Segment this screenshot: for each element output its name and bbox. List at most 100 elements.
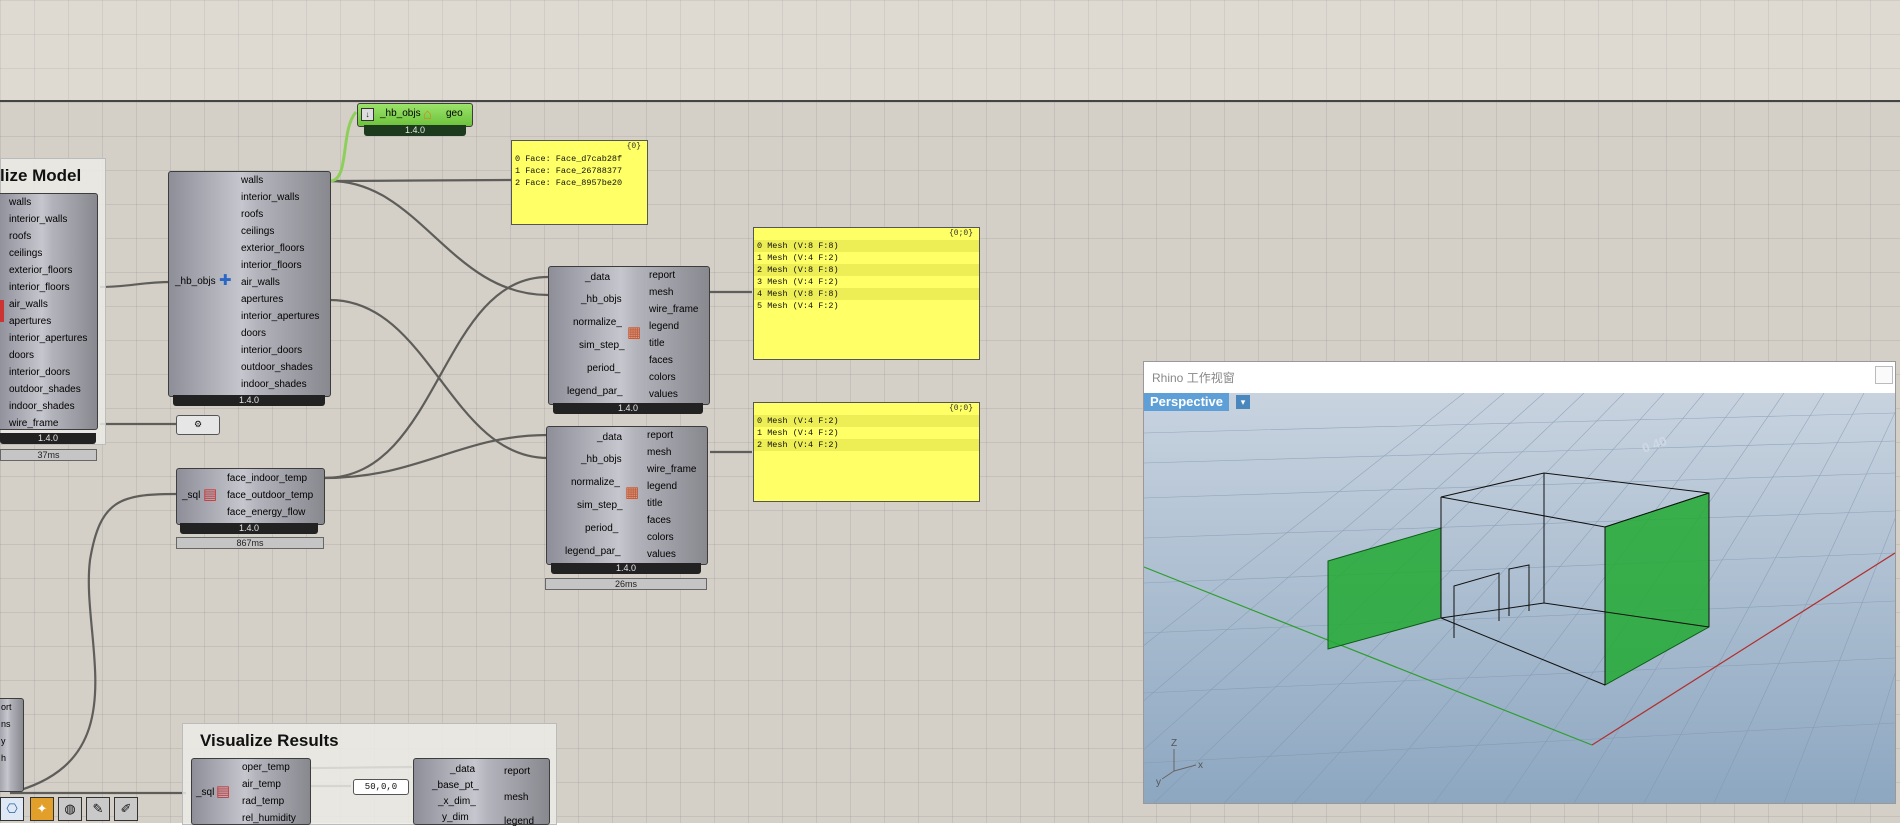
output-label: ort: [1, 702, 12, 712]
viewport-title: Rhino 工作视窗: [1152, 371, 1235, 385]
output-roofs: roofs: [241, 209, 264, 220]
output-mesh: mesh: [647, 447, 672, 458]
output-outdoor-shades: outdoor_shades: [9, 384, 81, 395]
python-icon[interactable]: ⎔: [0, 797, 24, 821]
time-bar: 26ms: [545, 578, 707, 590]
output-interior-walls: interior_walls: [9, 214, 68, 225]
rhino-viewport-window[interactable]: Rhino 工作视窗 0 40 Z x y Perspective ▾: [1143, 361, 1896, 804]
axis-label-y: y: [1156, 777, 1161, 788]
output-label: y: [1, 736, 6, 746]
output-colors: colors: [649, 372, 676, 383]
input-legend-par: legend_par_: [565, 546, 621, 557]
group-title: lize Model: [0, 166, 82, 185]
output-doors: doors: [9, 350, 35, 361]
sql-result-icon: ▤: [203, 486, 218, 503]
output-walls: walls: [241, 175, 264, 186]
output-apertures: apertures: [241, 294, 284, 305]
version-bar: 1.4.0: [0, 433, 96, 444]
input-x-dim: _x_dim_: [438, 796, 476, 807]
output-air-walls: air_walls: [241, 277, 280, 288]
output-face-indoor-temp: face_indoor_temp: [227, 473, 308, 484]
output-exterior-floors: exterior_floors: [9, 265, 73, 276]
axis-label-x: x: [1198, 760, 1203, 771]
color-faces-component-1[interactable]: _data _hb_objs normalize_ sim_step_ peri…: [548, 266, 710, 405]
output-interior-floors: interior_floors: [9, 282, 70, 293]
output-air-temp: air_temp: [242, 779, 281, 790]
output-ceilings: ceilings: [9, 248, 43, 259]
version-bar: 1.4.0: [551, 563, 701, 574]
partial-component[interactable]: ort ns y h: [0, 698, 24, 792]
honeybee-icon: ✚: [219, 272, 232, 289]
time-bar: 37ms: [0, 449, 97, 461]
close-icon[interactable]: [1875, 366, 1893, 384]
output-report: report: [504, 766, 531, 777]
panel-row: 4 Mesh (V:8 F:8): [754, 288, 979, 300]
input-hb-objs: _hb_objs: [175, 276, 216, 287]
wire-selected: [329, 111, 358, 183]
geo-component[interactable]: ↓ _hb_objs ⌂ geo: [357, 103, 473, 127]
viewport-name-tab[interactable]: Perspective: [1144, 393, 1229, 411]
house-icon: ⌂: [423, 106, 433, 123]
color-faces-component-2[interactable]: _data _hb_objs normalize_ sim_step_ peri…: [546, 426, 708, 565]
input-hb-objs: _hb_objs: [581, 454, 622, 465]
chevron-down-icon[interactable]: ▾: [1236, 395, 1250, 409]
panel-header: {0;0}: [948, 404, 973, 413]
face-panel[interactable]: {0} 0 Face: Face_d7cab28f 1 Face: Face_2…: [511, 140, 648, 225]
output-walls: walls: [9, 197, 32, 208]
group-title: Visualize Results: [200, 731, 339, 750]
panel-row: 2 Mesh (V:4 F:2): [754, 439, 979, 451]
output-mesh: mesh: [649, 287, 674, 298]
fire-icon[interactable]: ✦: [30, 797, 54, 821]
output-interior-walls: interior_walls: [241, 192, 300, 203]
panel-row: 2 Mesh (V:8 F:8): [754, 264, 979, 276]
gear-icon[interactable]: ⚙: [176, 415, 220, 435]
panel-row: 0 Face: Face_d7cab28f: [515, 154, 623, 164]
output-faces: faces: [647, 515, 671, 526]
output-legend: legend: [504, 816, 535, 827]
panel-row: 1 Mesh (V:4 F:2): [757, 253, 839, 263]
input-normalize: normalize_: [573, 317, 622, 328]
output-report: report: [649, 270, 676, 281]
output-values: values: [647, 549, 676, 560]
input-data: _data: [597, 432, 623, 443]
geo-output-label: geo: [446, 108, 463, 119]
input-period: period_: [585, 523, 619, 534]
face-result-component[interactable]: _sql ▤ face_indoor_temp face_outdoor_tem…: [176, 468, 325, 525]
panel-row: 2 Face: Face_8957be20: [515, 178, 623, 188]
output-oper-temp: oper_temp: [242, 762, 290, 773]
output-face-energy-flow: face_energy_flow: [227, 507, 306, 518]
time-bar: 867ms: [176, 537, 324, 549]
output-air-walls: air_walls: [9, 299, 48, 310]
output-rel-humidity: rel_humidity: [242, 813, 296, 824]
wire: [99, 280, 173, 289]
output-title: title: [647, 498, 663, 509]
output-faces: faces: [649, 355, 673, 366]
input-data: _data: [450, 764, 476, 775]
mesh-panel-2[interactable]: {0;0} 0 Mesh (V:4 F:2) 1 Mesh (V:4 F:2) …: [753, 402, 980, 502]
wire: [323, 275, 549, 480]
graphic-container-component[interactable]: _data _base_pt_ _x_dim_ y_dim report mes…: [413, 758, 550, 827]
sphere-icon[interactable]: ◍: [58, 797, 82, 821]
output-colors: colors: [647, 532, 674, 543]
viewport-scene[interactable]: 0 40 Z x y: [1144, 393, 1895, 803]
input-sql: _sql: [196, 787, 215, 798]
mesh-panel-1[interactable]: {0;0} 0 Mesh (V:8 F:8) 1 Mesh (V:4 F:2) …: [753, 227, 980, 360]
input-legend-par: legend_par_: [567, 386, 623, 397]
output-interior-doors: interior_doors: [241, 345, 303, 356]
output-label: h: [1, 753, 7, 763]
room-result-component[interactable]: _sql ▤ oper_temp air_temp rad_temp rel_h…: [191, 758, 311, 825]
tag-icon[interactable]: ✎: [86, 797, 110, 821]
panel-row: 0 Mesh (V:4 F:2): [754, 415, 979, 427]
pencil-icon[interactable]: ✐: [114, 797, 138, 821]
axis-label-z: Z: [1171, 738, 1177, 749]
version-bar: 1.4.0: [364, 125, 466, 136]
output-exterior-floors: exterior_floors: [241, 243, 305, 254]
output-roofs: roofs: [9, 231, 32, 242]
point-value-box[interactable]: 50,0,0: [353, 779, 409, 795]
output-apertures: apertures: [9, 316, 52, 327]
wire: [329, 178, 513, 183]
deconstruct-model-component[interactable]: _hb_objs ✚ walls interior_walls roofs ce…: [168, 171, 331, 397]
output-indoor-shades: indoor_shades: [241, 379, 307, 390]
left-output-component[interactable]: walls interior_walls roofs ceilings exte…: [0, 193, 98, 430]
output-indoor-shades: indoor_shades: [9, 401, 75, 412]
